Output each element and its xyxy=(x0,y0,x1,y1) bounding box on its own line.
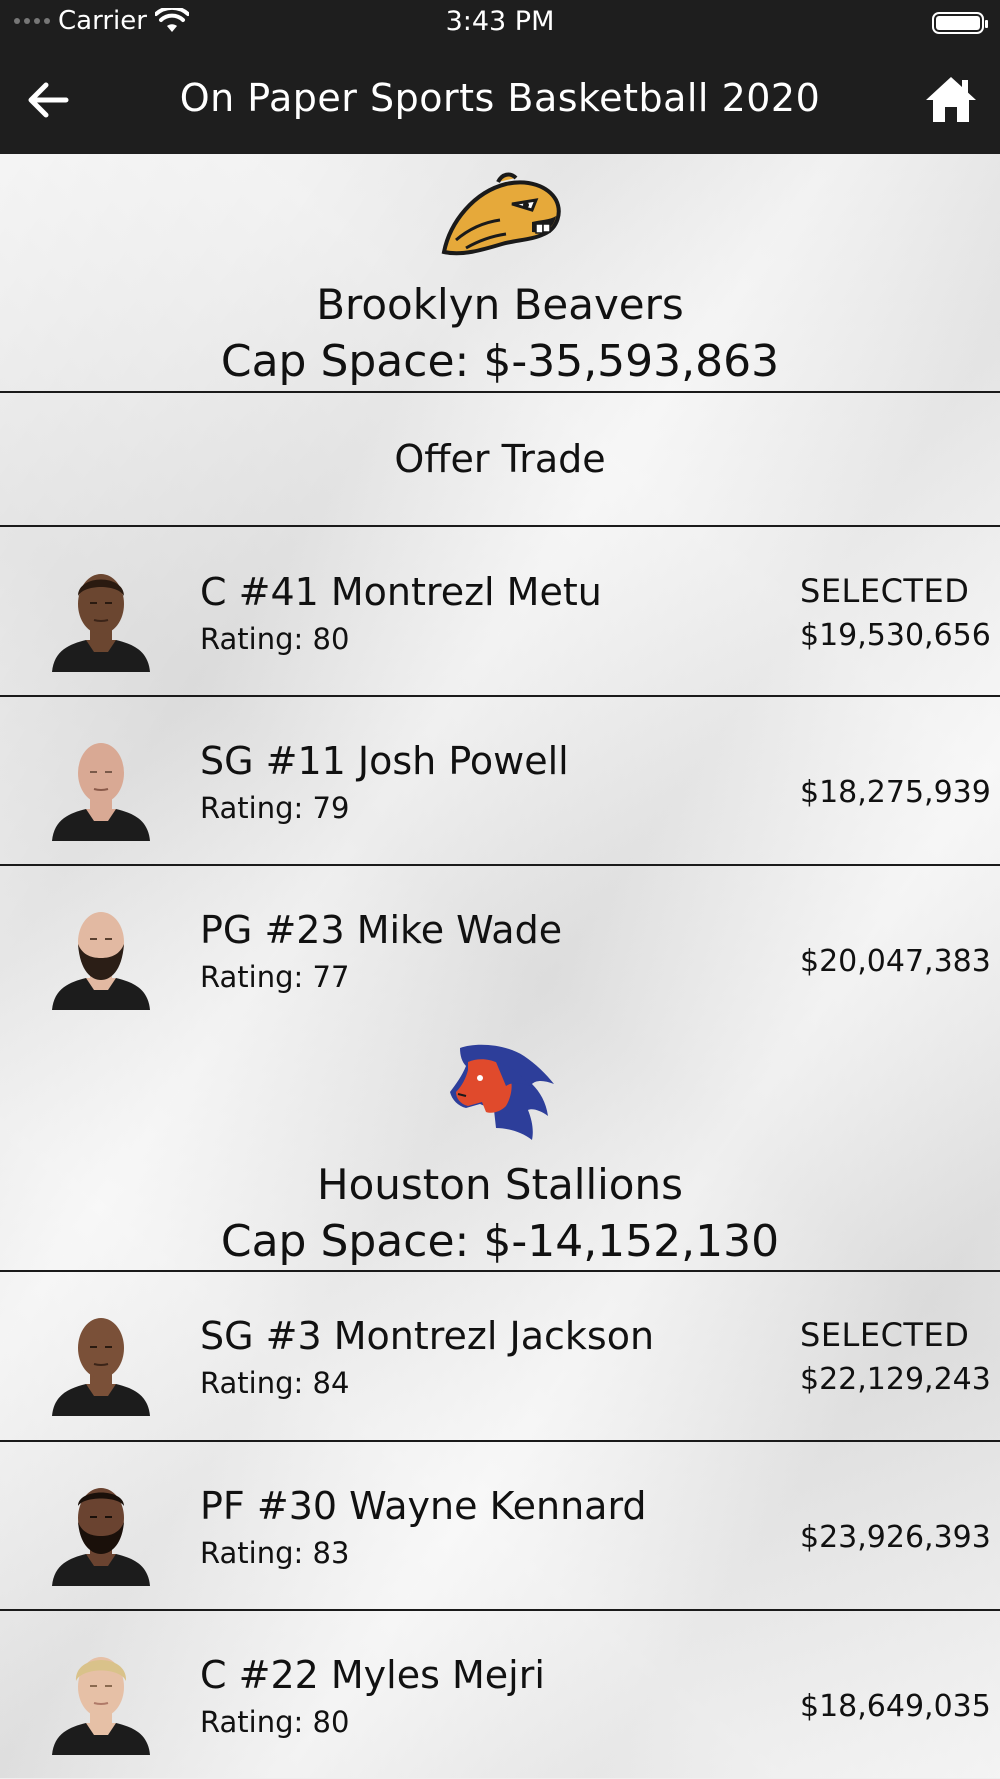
beaver-logo xyxy=(441,172,561,256)
player-name: C #22 Myles Mejri xyxy=(200,1653,545,1697)
player-rating: Rating: 79 xyxy=(200,791,350,825)
player-avatar xyxy=(52,574,150,672)
player-salary: $19,530,656 xyxy=(800,618,991,653)
player-salary: $18,649,035 xyxy=(800,1689,991,1724)
selected-badge: SELECTED xyxy=(800,1316,970,1354)
player-avatar xyxy=(52,1488,150,1586)
player-salary: $22,129,243 xyxy=(800,1362,991,1397)
player-row[interactable]: PG #23 Mike Wade Rating: 77 $20,047,383 xyxy=(0,866,1000,1034)
cap-space: Cap Space: $-14,152,130 xyxy=(220,1216,780,1267)
home-button[interactable] xyxy=(924,74,978,126)
status-bar: Carrier 3:43 PM xyxy=(0,0,1000,48)
status-time: 3:43 PM xyxy=(445,6,555,37)
player-row[interactable]: PF #30 Wayne Kennard Rating: 83 $23,926,… xyxy=(0,1442,1000,1610)
player-salary: $20,047,383 xyxy=(800,944,991,979)
player-name: SG #11 Josh Powell xyxy=(200,739,569,783)
cap-space: Cap Space: $-35,593,863 xyxy=(220,336,780,387)
player-rating: Rating: 83 xyxy=(200,1536,350,1570)
player-salary: $18,275,939 xyxy=(800,775,991,810)
nav-bar: On Paper Sports Basketball 2020 xyxy=(0,48,1000,154)
player-row[interactable]: SG #11 Josh Powell Rating: 79 $18,275,93… xyxy=(0,697,1000,865)
player-rating: Rating: 77 xyxy=(200,960,350,994)
player-salary: $23,926,393 xyxy=(800,1520,991,1555)
player-rating: Rating: 84 xyxy=(200,1366,350,1400)
team-name: Houston Stallions xyxy=(317,1160,683,1209)
page-title: On Paper Sports Basketball 2020 xyxy=(179,76,821,120)
player-avatar xyxy=(52,1318,150,1416)
player-avatar xyxy=(52,912,150,1010)
player-avatar xyxy=(52,1657,150,1755)
battery-icon xyxy=(932,12,988,34)
player-rating: Rating: 80 xyxy=(200,1705,350,1739)
team-name: Brooklyn Beavers xyxy=(316,280,684,329)
player-name: SG #3 Montrezl Jackson xyxy=(200,1314,655,1358)
player-avatar xyxy=(52,743,150,841)
home-icon xyxy=(926,77,976,122)
selected-badge: SELECTED xyxy=(800,572,970,610)
player-name: C #41 Montrezl Metu xyxy=(200,570,602,614)
divider xyxy=(0,525,1000,527)
stallion-logo xyxy=(450,1044,554,1140)
offer-trade-button[interactable]: Offer Trade xyxy=(0,393,1000,525)
player-rating: Rating: 80 xyxy=(200,622,350,656)
player-name: PG #23 Mike Wade xyxy=(200,908,563,952)
player-row[interactable]: SG #3 Montrezl Jackson Rating: 84 SELECT… xyxy=(0,1272,1000,1440)
player-name: PF #30 Wayne Kennard xyxy=(200,1484,647,1528)
player-row[interactable]: C #22 Myles Mejri Rating: 80 $18,649,035 xyxy=(0,1611,1000,1779)
player-row[interactable]: C #41 Montrezl Metu Rating: 80 SELECTED … xyxy=(0,528,1000,696)
